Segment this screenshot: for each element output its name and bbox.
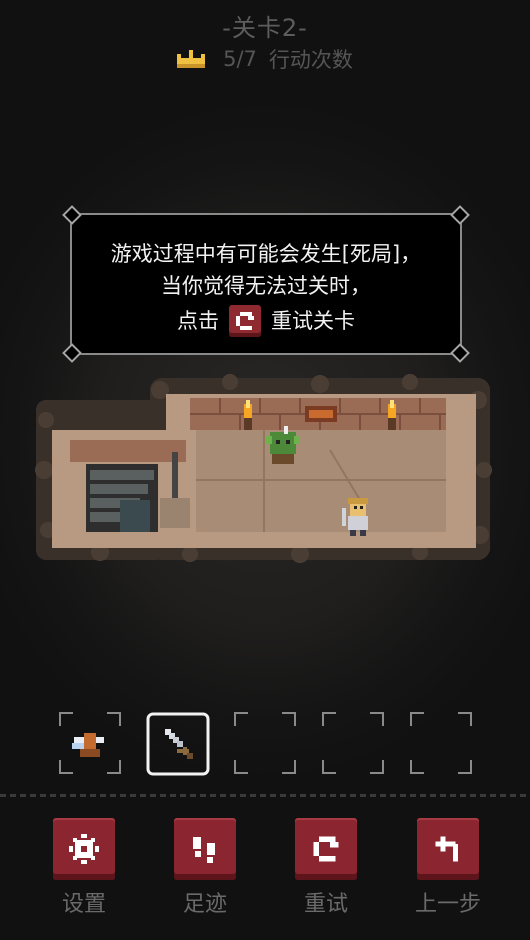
- retry-label: 重试: [303, 892, 348, 917]
- undo-button-face[interactable]: [417, 818, 479, 880]
- footprints-label: 足迹: [182, 892, 227, 917]
- settings-button-face[interactable]: [53, 818, 115, 880]
- settings-label: 设置: [61, 892, 106, 917]
- undo-button[interactable]: 上一步: [415, 818, 481, 918]
- footprints-button[interactable]: 足迹: [173, 818, 237, 918]
- divider: [0, 794, 530, 797]
- moves-counter: 5/7 行动次数: [0, 44, 530, 74]
- footprints-icon: [193, 837, 215, 863]
- undo-label: 上一步: [414, 892, 481, 917]
- tip-line-3-suffix: 重试关卡: [271, 309, 355, 333]
- crown-icon: [177, 50, 206, 68]
- inventory-slot-1[interactable]: [59, 712, 121, 774]
- retry-button[interactable]: 重试: [294, 818, 358, 918]
- undo-arrow-icon: [435, 836, 458, 862]
- inventory-slot-3[interactable]: [234, 712, 296, 774]
- winged-boots-icon: [72, 733, 104, 757]
- tip-corner-ornament: [62, 205, 82, 225]
- inventory-slot-4[interactable]: [322, 712, 384, 774]
- game-screen: -关卡2- 5/7 行动次数 游戏过程中有可能会发生[死局]， 当你觉得无法过关…: [0, 0, 530, 940]
- gear-icon: [69, 834, 99, 864]
- retry-button-face[interactable]: [295, 818, 357, 880]
- moves-count: 5/7: [223, 47, 257, 71]
- settings-button[interactable]: 设置: [52, 818, 116, 918]
- inventory-slot-2[interactable]: [146, 712, 210, 776]
- tip-line-3-prefix: 点击: [177, 309, 219, 333]
- level-title: -关卡2-: [222, 14, 308, 42]
- inventory-slot-5[interactable]: [410, 712, 472, 774]
- tutorial-tip: 游戏过程中有可能会发生[死局]， 当你觉得无法过关时， 点击 重试关卡: [62, 205, 470, 363]
- tip-line-3: 点击 重试关卡: [72, 305, 460, 337]
- footprints-button-face[interactable]: [174, 818, 236, 880]
- sword-icon: [165, 729, 193, 759]
- tip-line-1: 游戏过程中有可能会发生[死局]，: [110, 242, 422, 266]
- tip-line-2: 当你觉得无法过关时，: [161, 274, 371, 298]
- moves-label: 行动次数: [268, 48, 353, 72]
- tip-corner-ornament: [450, 205, 470, 225]
- retry-icon: [313, 836, 339, 862]
- dungeon-map: [35, 374, 492, 563]
- retry-icon: [229, 305, 261, 337]
